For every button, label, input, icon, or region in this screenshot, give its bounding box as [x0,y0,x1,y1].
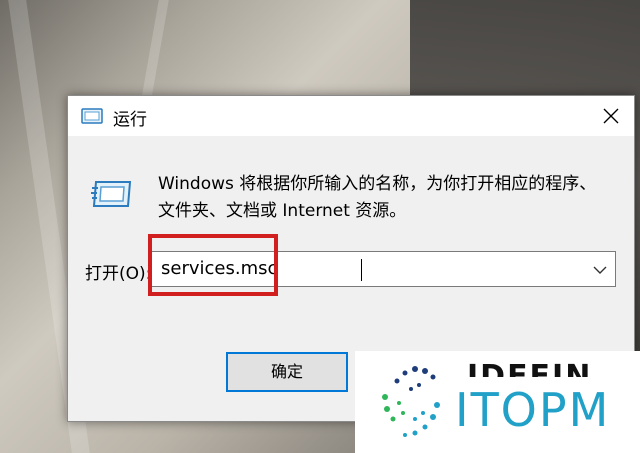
background-streak [141,0,169,100]
watermark-brand: ITOPM [455,383,611,437]
description-line: Windows 将根据你所输入的名称，为你打开相应的程序、 [158,174,597,194]
open-label: 打开(O): [85,264,152,284]
close-button[interactable] [588,96,634,136]
description-line: 文件夹、文档或 Internet 资源。 [158,201,407,221]
dialog-description: Windows 将根据你所输入的名称，为你打开相应的程序、 文件夹、文档或 In… [158,171,608,225]
close-icon [603,108,619,124]
dropdown-button[interactable] [591,262,609,278]
command-combobox[interactable]: services.msc [150,251,616,287]
text-cursor [361,259,362,281]
watermark-partial-text: IDEEIN [467,359,593,377]
watermark-badge: IDEEIN ITOPM [355,351,640,453]
watermark-logo-icon [375,361,455,445]
run-icon [80,108,104,124]
run-icon [90,178,134,210]
title-bar[interactable]: 运行 [68,96,634,136]
chevron-down-icon [593,266,607,274]
ok-button[interactable]: 确定 [226,352,348,392]
window-title: 运行 [113,110,147,130]
command-input[interactable]: services.msc [161,258,277,279]
